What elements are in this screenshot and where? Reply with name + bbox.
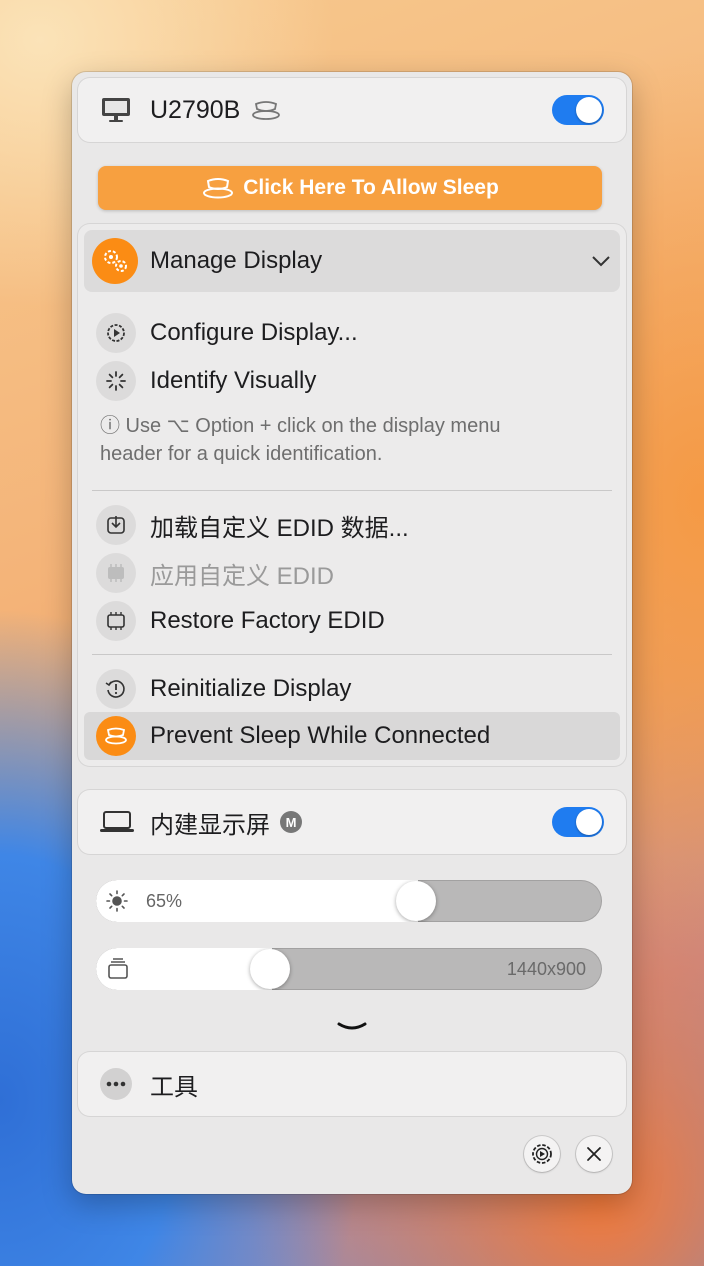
- restore-factory-edid-item[interactable]: Restore Factory EDID: [96, 600, 385, 642]
- identify-visually-label: Identify Visually: [150, 367, 317, 394]
- brightness-slider[interactable]: 65%: [96, 880, 602, 922]
- display-control-panel: U2790B Click Here To Allow Sleep Manage …: [72, 72, 632, 1194]
- brightness-value: 65%: [146, 891, 183, 911]
- prevent-sleep-item[interactable]: Prevent Sleep While Connected: [84, 712, 620, 760]
- spinner-icon: [96, 361, 136, 401]
- chip-icon: [96, 553, 136, 593]
- configure-display-label: Configure Display...: [150, 319, 358, 346]
- reinitialize-display-label: Reinitialize Display: [150, 675, 352, 702]
- tools-section[interactable]: 工具: [78, 1052, 626, 1116]
- laptop-icon: [98, 809, 136, 835]
- manage-display-section: Manage Display Configure Display... Iden…: [78, 224, 626, 766]
- configure-display-item[interactable]: Configure Display...: [96, 312, 358, 354]
- monitor-icon: [100, 95, 136, 125]
- info-note: ⓘ Use ⌥ Option + click on the display me…: [100, 412, 500, 468]
- identify-visually-item[interactable]: Identify Visually: [96, 360, 316, 402]
- resolution-thumb[interactable]: [250, 949, 290, 989]
- apply-custom-edid-label: 应用自定义 EDID: [150, 562, 335, 590]
- gears-icon: [92, 238, 138, 284]
- display-name: 内建显示屏: [150, 811, 270, 839]
- resolution-icon: [106, 957, 130, 981]
- chevron-down-icon: [590, 250, 612, 272]
- restore-factory-edid-label: Restore Factory EDID: [150, 607, 385, 634]
- coffee-cup-icon: [250, 97, 282, 123]
- display-header-u2790b[interactable]: U2790B: [78, 78, 626, 142]
- tools-label: 工具: [150, 1073, 198, 1101]
- download-icon: [96, 505, 136, 545]
- info-line-2: header for a quick identification.: [100, 443, 383, 465]
- sun-icon: [106, 890, 128, 912]
- more-icon: [100, 1068, 132, 1100]
- info-line-1: ⓘ Use ⌥ Option + click on the display me…: [100, 415, 501, 437]
- divider: [92, 654, 612, 655]
- display-toggle[interactable]: [552, 807, 604, 837]
- prevent-sleep-label: Prevent Sleep While Connected: [150, 722, 491, 749]
- divider: [92, 490, 612, 491]
- coffee-cup-icon: [96, 716, 136, 756]
- reinitialize-display-item[interactable]: Reinitialize Display: [96, 668, 351, 710]
- load-custom-edid-label: 加载自定义 EDID 数据...: [150, 514, 409, 542]
- resolution-value: 1440x900: [506, 959, 586, 979]
- display-name: U2790B: [150, 95, 241, 124]
- settings-button[interactable]: [524, 1136, 560, 1172]
- coffee-cup-icon: [201, 175, 235, 201]
- manage-display-header[interactable]: Manage Display: [84, 230, 620, 292]
- display-header-builtin[interactable]: 内建显示屏 M: [78, 790, 626, 854]
- allow-sleep-button[interactable]: Click Here To Allow Sleep: [98, 166, 602, 210]
- display-toggle[interactable]: [552, 95, 604, 125]
- load-custom-edid-item[interactable]: 加载自定义 EDID 数据...: [96, 504, 409, 546]
- close-icon: [585, 1145, 603, 1163]
- close-button[interactable]: [576, 1136, 612, 1172]
- gear-icon: [530, 1142, 554, 1166]
- expand-chevron-icon[interactable]: [336, 1020, 368, 1034]
- allow-sleep-label: Click Here To Allow Sleep: [243, 176, 499, 199]
- resolution-slider[interactable]: 1440x900: [96, 948, 602, 990]
- manage-display-title: Manage Display: [150, 247, 323, 274]
- m-badge: M: [280, 811, 302, 833]
- display-settings-icon: [96, 313, 136, 353]
- chip-outline-icon: [96, 601, 136, 641]
- reset-icon: [96, 669, 136, 709]
- apply-custom-edid-item: 应用自定义 EDID: [96, 552, 334, 594]
- brightness-thumb[interactable]: [396, 881, 436, 921]
